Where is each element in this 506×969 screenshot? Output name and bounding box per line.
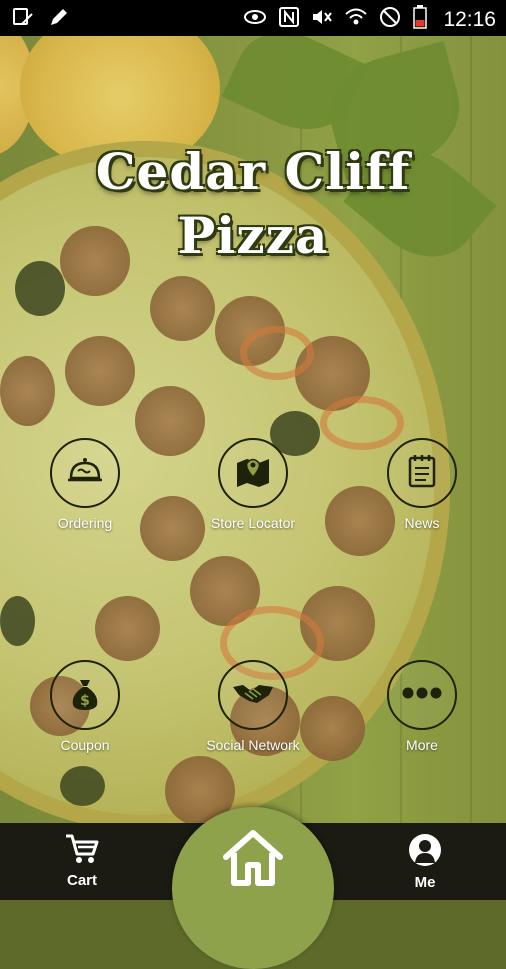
app-title-line1: Cedar Cliff <box>95 142 411 201</box>
cart-label: Cart <box>66 872 97 889</box>
ordering-circle <box>50 438 120 508</box>
cart-button[interactable]: Cart <box>42 833 122 889</box>
user-avatar-icon <box>408 834 442 871</box>
svg-text:$: $ <box>80 693 90 709</box>
news-label: News <box>404 515 440 531</box>
menu-item-news[interactable]: News <box>342 438 502 531</box>
menu-item-ordering[interactable]: Ordering <box>5 438 165 531</box>
money-bag-icon: $ <box>65 673 105 718</box>
me-button[interactable]: Me <box>385 833 465 891</box>
home-button[interactable] <box>172 807 334 969</box>
cart-icon <box>64 834 100 869</box>
store-locator-label: Store Locator <box>210 515 296 531</box>
more-dots-icon <box>401 686 443 705</box>
mute-icon <box>311 7 333 32</box>
menu-item-coupon[interactable]: $ Coupon <box>5 660 165 753</box>
battery-icon <box>413 5 428 34</box>
signal-sim-icon <box>12 6 34 33</box>
me-label: Me <box>414 874 436 891</box>
store-locator-circle <box>218 438 288 508</box>
home-icon <box>223 830 283 886</box>
menu-item-more[interactable]: More <box>342 660 502 753</box>
coupon-circle: $ <box>50 660 120 730</box>
menu-item-store-locator[interactable]: Store Locator <box>173 438 333 531</box>
coupon-label: Coupon <box>60 737 110 753</box>
notepad-icon <box>402 451 442 496</box>
blocked-icon <box>379 6 401 33</box>
app-title-line2: Pizza <box>177 206 329 265</box>
wifi-icon <box>345 7 368 32</box>
pen-icon <box>48 6 70 33</box>
social-network-label: Social Network <box>206 737 300 753</box>
status-clock: 12:16 <box>443 7 496 31</box>
news-circle <box>387 438 457 508</box>
ordering-label: Ordering <box>57 515 113 531</box>
cloche-icon <box>65 451 105 496</box>
more-circle <box>387 660 457 730</box>
map-pin-icon <box>233 451 273 496</box>
eye-icon <box>243 8 267 31</box>
handshake-icon <box>231 673 275 718</box>
status-bar: 12:16 <box>0 0 506 36</box>
menu-item-social-network[interactable]: Social Network <box>173 660 333 753</box>
app-title: Cedar Cliff Pizza <box>0 140 506 268</box>
social-network-circle <box>218 660 288 730</box>
nfc-icon <box>279 7 300 32</box>
more-label: More <box>406 737 438 753</box>
